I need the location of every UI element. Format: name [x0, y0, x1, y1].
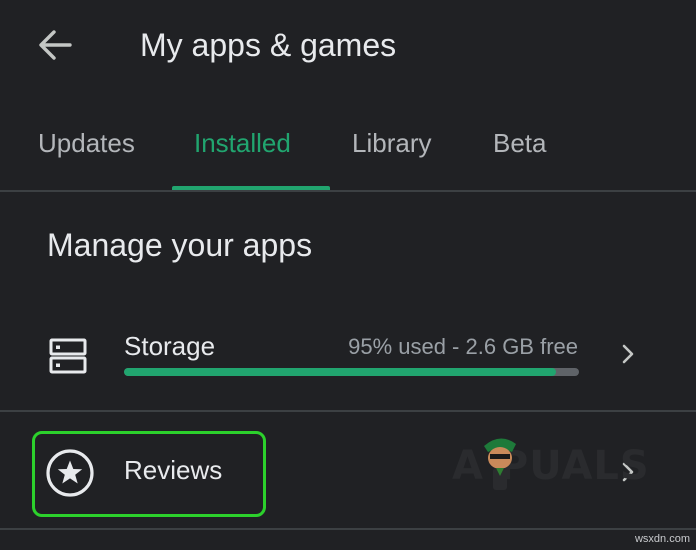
section-title: Manage your apps [47, 227, 313, 263]
tab-installed[interactable]: Installed [194, 108, 291, 192]
reviews-label: Reviews [124, 455, 223, 485]
tab-beta[interactable]: Beta [493, 108, 547, 192]
back-button[interactable] [32, 22, 78, 68]
reviews-row[interactable]: Reviews [0, 412, 696, 528]
storage-progress-bar [124, 368, 579, 376]
screen: My apps & games Updates Installed Librar… [0, 0, 696, 550]
star-circle-icon [44, 447, 96, 499]
arrow-left-icon [39, 30, 72, 60]
storage-row[interactable]: Storage 95% used - 2.6 GB free [0, 312, 696, 408]
tab-bar: Updates Installed Library Beta [0, 108, 696, 192]
storage-label: Storage [124, 331, 216, 361]
chevron-right-icon [616, 342, 640, 366]
bottom-divider [0, 528, 696, 530]
storage-icon [48, 336, 88, 376]
tab-library[interactable]: Library [352, 108, 431, 192]
chevron-right-icon [616, 460, 640, 484]
page-title: My apps & games [140, 27, 397, 63]
tab-divider [0, 190, 696, 192]
storage-usage-text: 95% used - 2.6 GB free [348, 334, 578, 359]
storage-progress-fill [124, 368, 557, 376]
app-bar: My apps & games [0, 0, 696, 92]
tab-updates[interactable]: Updates [38, 108, 135, 192]
site-watermark: wsxdn.com [634, 533, 690, 545]
